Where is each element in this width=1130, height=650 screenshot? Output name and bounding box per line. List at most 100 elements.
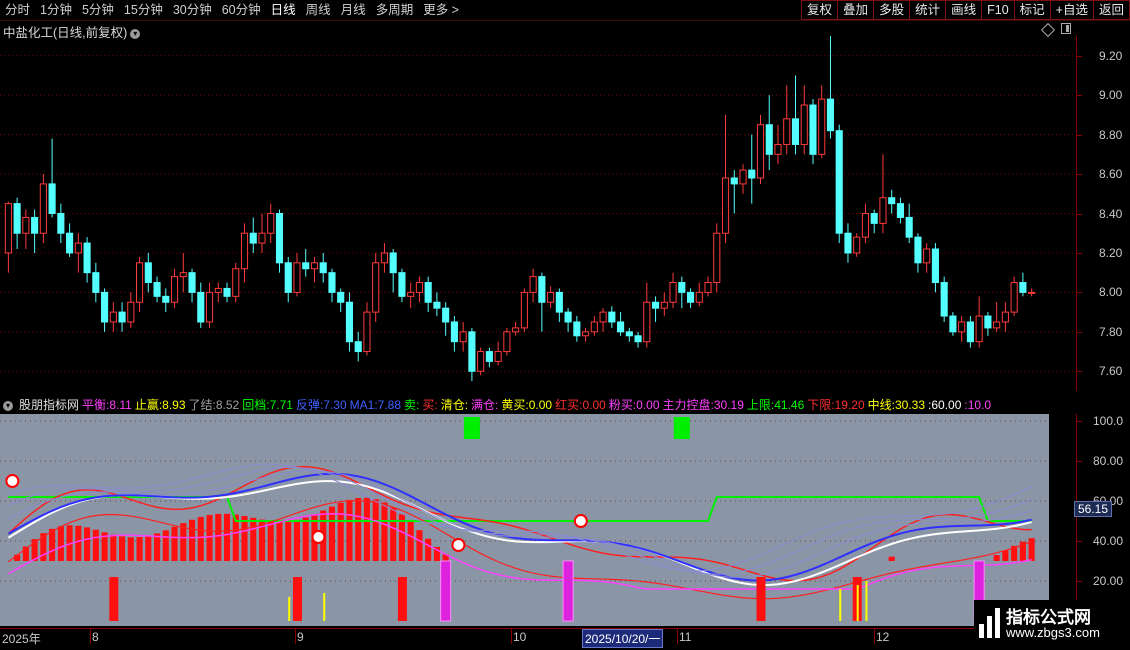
period-tab[interactable]: 1分钟 <box>35 0 77 20</box>
candle-body[interactable] <box>66 232 74 254</box>
candle-body[interactable] <box>966 321 974 343</box>
selected-date[interactable]: 2025/10/20/一 <box>582 629 664 648</box>
toolbar-button[interactable]: 叠加 <box>837 0 875 20</box>
candle-body[interactable] <box>380 252 389 264</box>
candle-body[interactable] <box>1019 282 1027 293</box>
candle-body[interactable] <box>162 295 170 303</box>
candle-body[interactable] <box>179 272 187 278</box>
candle-body[interactable] <box>197 291 205 323</box>
candle-body[interactable] <box>74 242 82 254</box>
candle-body[interactable] <box>319 262 327 274</box>
candlestick-chart[interactable] <box>0 36 1076 391</box>
candle-body[interactable] <box>748 169 756 179</box>
candle-body[interactable] <box>931 248 939 284</box>
toolbar-button[interactable]: 复权 <box>801 0 839 20</box>
candle-body[interactable] <box>590 321 598 333</box>
indicator-name[interactable]: 股朋指标网 <box>19 398 79 412</box>
candle-body[interactable] <box>275 213 284 264</box>
candle-body[interactable] <box>1001 311 1009 323</box>
toolbar-button[interactable]: F10 <box>981 0 1015 20</box>
indicator-chart[interactable] <box>0 414 1076 628</box>
candle-body[interactable] <box>861 213 870 238</box>
candle-body[interactable] <box>686 291 695 303</box>
toolbar-button[interactable]: 标记 <box>1013 0 1051 20</box>
candle-body[interactable] <box>232 268 240 297</box>
candle-body[interactable] <box>267 213 275 234</box>
candle-body[interactable] <box>809 104 817 155</box>
toolbar-button[interactable]: 返回 <box>1092 0 1130 20</box>
candle-body[interactable] <box>730 177 738 185</box>
candle-body[interactable] <box>958 321 966 333</box>
candle-body[interactable] <box>284 262 292 293</box>
candle-body[interactable] <box>783 118 791 145</box>
chevron-down-icon[interactable]: ▾ <box>3 400 13 411</box>
candle-body[interactable] <box>984 315 992 329</box>
candle-body[interactable] <box>503 331 511 353</box>
candle-body[interactable] <box>634 335 642 343</box>
candle-body[interactable] <box>582 331 590 337</box>
candle-body[interactable] <box>459 331 467 343</box>
candle-body[interactable] <box>433 301 441 309</box>
candle-body[interactable] <box>450 321 458 343</box>
candle-body[interactable] <box>905 216 913 238</box>
candle-body[interactable] <box>494 351 502 362</box>
candle-body[interactable] <box>39 183 47 234</box>
candle-body[interactable] <box>975 315 983 343</box>
candle-body[interactable] <box>774 143 782 155</box>
candle-body[interactable] <box>144 262 152 284</box>
candle-body[interactable] <box>354 341 362 353</box>
candle-body[interactable] <box>92 272 100 293</box>
candle-body[interactable] <box>293 262 301 293</box>
candle-body[interactable] <box>249 232 257 244</box>
candle-body[interactable] <box>555 291 563 313</box>
period-tab[interactable]: 30分钟 <box>168 0 217 20</box>
candle-body[interactable] <box>22 216 30 234</box>
candle-body[interactable] <box>48 183 56 215</box>
toolbar-button[interactable]: 多股 <box>873 0 911 20</box>
candle-body[interactable] <box>188 272 196 293</box>
candle-body[interactable] <box>835 130 843 234</box>
candle-body[interactable] <box>223 287 231 297</box>
candle-body[interactable] <box>660 301 668 309</box>
candle-body[interactable] <box>896 203 905 218</box>
candle-body[interactable] <box>547 291 555 303</box>
candle-body[interactable] <box>923 248 931 264</box>
candle-body[interactable] <box>258 232 266 244</box>
candle-body[interactable] <box>765 124 773 155</box>
toolbar-button[interactable]: +自选 <box>1049 0 1094 20</box>
candle-body[interactable] <box>529 276 537 293</box>
candle-body[interactable] <box>678 282 686 293</box>
candle-body[interactable] <box>398 272 406 297</box>
candle-body[interactable] <box>118 311 126 323</box>
candle-body[interactable] <box>1010 282 1018 313</box>
period-tab[interactable]: 月线 <box>336 0 371 20</box>
period-tab[interactable]: 60分钟 <box>217 0 266 20</box>
candle-body[interactable] <box>389 252 397 274</box>
candle-body[interactable] <box>949 315 957 333</box>
candle-body[interactable] <box>713 232 721 284</box>
candle-body[interactable] <box>669 282 677 303</box>
period-tab[interactable]: 周线 <box>301 0 336 20</box>
candle-body[interactable] <box>337 291 345 303</box>
candle-body[interactable] <box>721 177 730 234</box>
period-tab[interactable]: 日线 <box>266 0 301 20</box>
candle-body[interactable] <box>407 291 415 297</box>
candle-body[interactable] <box>31 216 39 234</box>
candle-body[interactable] <box>756 124 765 179</box>
candle-body[interactable] <box>695 291 703 303</box>
candle-body[interactable] <box>651 301 660 309</box>
period-tab[interactable]: 多周期 <box>371 0 419 20</box>
candle-body[interactable] <box>564 311 572 323</box>
candle-body[interactable] <box>739 169 747 185</box>
candle-body[interactable] <box>205 291 214 323</box>
candle-body[interactable] <box>442 307 450 323</box>
candle-body[interactable] <box>608 311 616 323</box>
candle-body[interactable] <box>643 301 651 343</box>
candle-body[interactable] <box>415 282 423 293</box>
candle-body[interactable] <box>520 291 528 329</box>
toolbar-button[interactable]: 统计 <box>909 0 947 20</box>
candle-body[interactable] <box>310 262 319 270</box>
candle-body[interactable] <box>345 301 354 343</box>
period-tab[interactable]: 15分钟 <box>119 0 168 20</box>
candle-body[interactable] <box>127 301 135 323</box>
